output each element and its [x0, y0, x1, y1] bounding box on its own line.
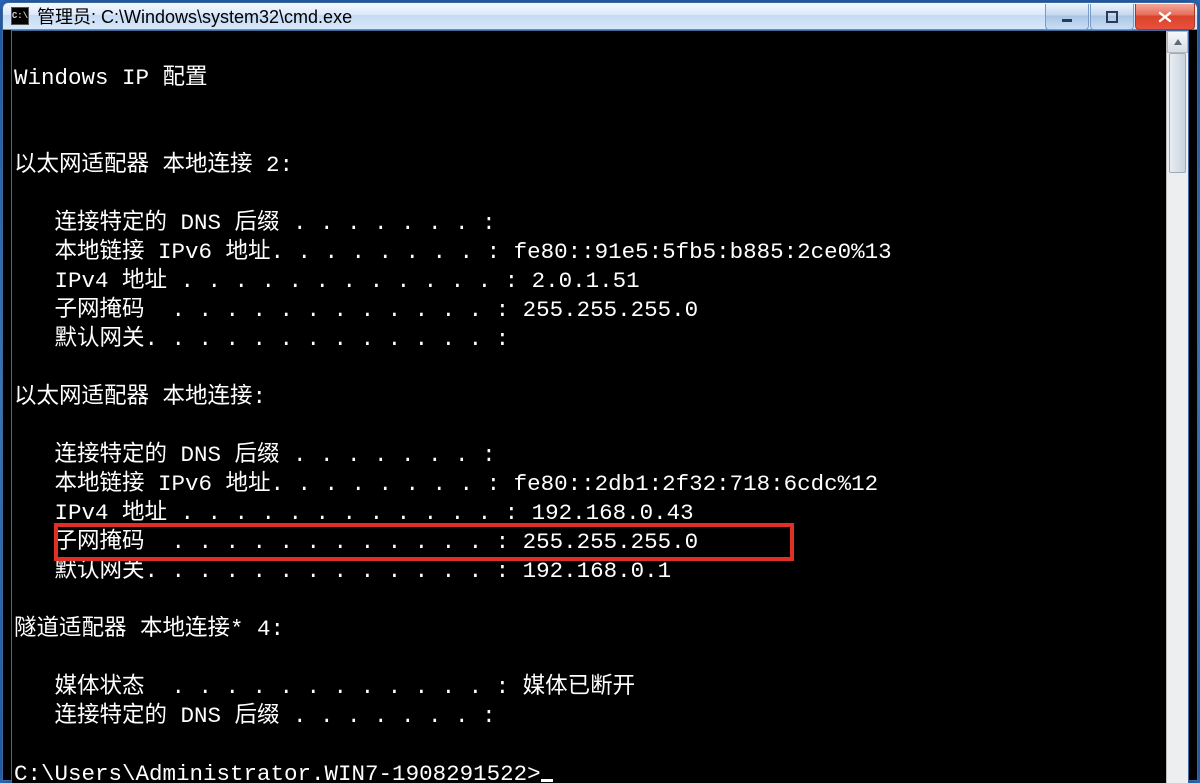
adapter-2-title: 以太网适配器 本地连接: [14, 384, 266, 410]
app-icon: C:\ [11, 7, 29, 25]
prompt[interactable]: C:\Users\Administrator.WIN7-1908291522> [14, 761, 541, 783]
scroll-track[interactable] [1167, 53, 1188, 783]
cmd-window: C:\ 管理员: C:\Windows\system32\cmd.exe Win… [2, 2, 1198, 781]
a1-dns-label: 连接特定的 DNS 后缀 [55, 210, 280, 236]
adapter-1-title: 以太网适配器 本地连接 2: [14, 152, 293, 178]
scroll-thumb[interactable] [1169, 53, 1186, 173]
vertical-scrollbar[interactable] [1166, 31, 1188, 783]
a1-ipv6-label: 本地链接 IPv6 地址 [55, 239, 271, 265]
maximize-button[interactable] [1090, 4, 1134, 30]
ipconfig-header: Windows IP 配置 [14, 65, 208, 91]
titlebar[interactable]: C:\ 管理员: C:\Windows\system32\cmd.exe [3, 3, 1197, 30]
a1-ipv6-value: fe80::91e5:5fb5:b885:2ce0%13 [500, 239, 892, 265]
console-output[interactable]: Windows IP 配置 以太网适配器 本地连接 2: 连接特定的 DNS 后… [12, 31, 1166, 783]
a1-ipv4-label: IPv4 地址 [55, 268, 168, 294]
a2-mask-value: 255.255.255.0 [509, 529, 698, 555]
a3-media-label: 媒体状态 [55, 674, 145, 700]
a2-ipv6-value: fe80::2db1:2f32:718:6cdc%12 [500, 471, 878, 497]
minimize-button[interactable] [1045, 4, 1089, 30]
window-buttons [1044, 4, 1195, 30]
a2-gw-value: 192.168.0.1 [509, 558, 671, 584]
a2-gw-label: 默认网关 [55, 558, 145, 584]
a2-ipv4-value: 192.168.0.43 [518, 500, 694, 526]
a2-mask-label: 子网掩码 [55, 529, 145, 555]
cursor-icon [541, 779, 553, 782]
a3-dns-label: 连接特定的 DNS 后缀 [55, 703, 280, 729]
close-button[interactable] [1135, 4, 1195, 30]
a2-ipv6-label: 本地链接 IPv6 地址 [55, 471, 271, 497]
scroll-up-button[interactable] [1167, 31, 1188, 53]
a1-mask-value: 255.255.255.0 [509, 297, 698, 323]
a1-ipv4-value: 2.0.1.51 [518, 268, 640, 294]
window-title: 管理员: C:\Windows\system32\cmd.exe [37, 3, 352, 29]
a1-mask-label: 子网掩码 [55, 297, 145, 323]
a2-dns-label: 连接特定的 DNS 后缀 [55, 442, 280, 468]
a3-media-value: 媒体已断开 [509, 674, 635, 700]
a1-gw-label: 默认网关 [55, 326, 145, 352]
client-area: Windows IP 配置 以太网适配器 本地连接 2: 连接特定的 DNS 后… [11, 30, 1189, 783]
adapter-3-title: 隧道适配器 本地连接* 4: [14, 616, 284, 642]
a2-ipv4-label: IPv4 地址 [55, 500, 168, 526]
